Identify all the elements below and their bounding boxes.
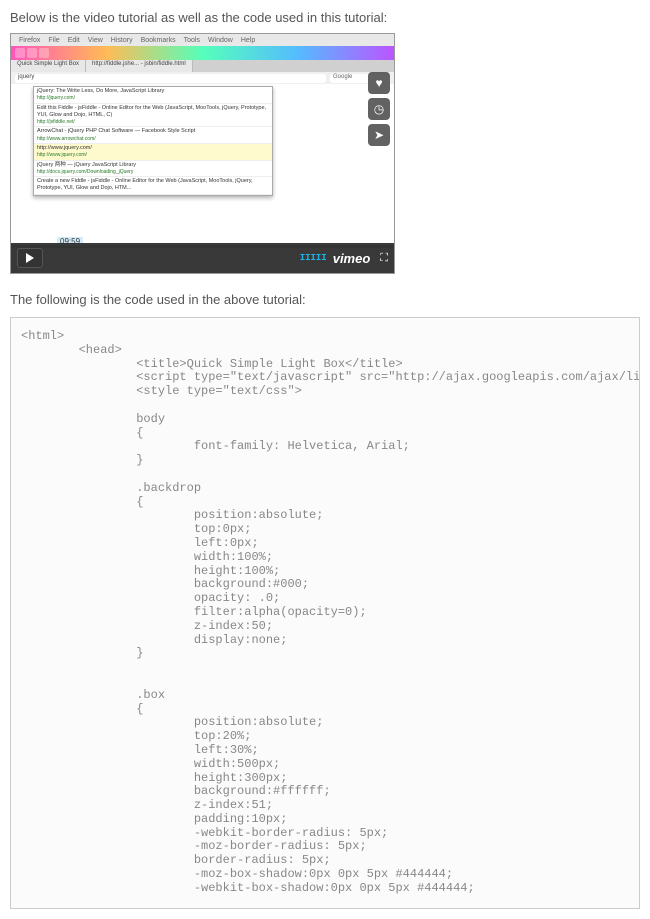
dropdown-item: Create a new Fiddle - jsFiddle - Online …	[34, 177, 272, 194]
dropdown-item: http://www.jquery.com/ http://www.jquery…	[34, 144, 272, 161]
menu-item: File	[48, 37, 59, 44]
menu-item: View	[88, 37, 103, 44]
browser-tab: http://fiddle.jshe... - jsbin/fiddle.htm…	[86, 60, 193, 72]
menu-item: Edit	[68, 37, 80, 44]
clock-icon[interactable]: ◷	[368, 98, 390, 120]
address-input: jquery	[15, 74, 326, 83]
item-url: http://docs.jquery.com/Downloading_jQuer…	[37, 169, 269, 176]
browser-tabs: Quick Simple Light Box http://fiddle.jsh…	[11, 60, 394, 72]
dropdown-item: jQuery: The Write Less, Do More, JavaScr…	[34, 87, 272, 104]
browser-toolbar	[11, 46, 394, 60]
intro-paragraph: Below is the video tutorial as well as t…	[10, 10, 640, 25]
vimeo-branding: IIIII vimeo ⛶	[300, 251, 388, 266]
play-icon	[26, 253, 34, 263]
menu-item: Help	[241, 37, 255, 44]
item-title: ArrowChat - jQuery PHP Chat Software — F…	[37, 128, 269, 135]
fullscreen-icon[interactable]: ⛶	[380, 252, 388, 265]
hd-bars-icon: IIIII	[300, 253, 327, 263]
menu-item: Tools	[184, 37, 200, 44]
item-url: http://www.arrowchat.com/	[37, 136, 269, 143]
heart-icon[interactable]: ♥	[368, 72, 390, 94]
dropdown-item: ArrowChat - jQuery PHP Chat Software — F…	[34, 127, 272, 144]
item-url: http://jquery.com/	[37, 95, 269, 102]
browser-menubar: Firefox File Edit View History Bookmarks…	[11, 34, 394, 46]
followup-paragraph: The following is the code used in the ab…	[10, 292, 640, 307]
code-block: <html> <head> <title>Quick Simple Light …	[10, 317, 640, 909]
nav-back-icon	[15, 48, 25, 58]
menu-item: Firefox	[19, 37, 40, 44]
reload-icon	[39, 48, 49, 58]
menu-item: Bookmarks	[141, 37, 176, 44]
nav-forward-icon	[27, 48, 37, 58]
item-title: http://www.jquery.com/	[37, 145, 269, 152]
browser-addressbar: jquery Google	[11, 72, 394, 84]
item-title: jQuery: The Write Less, Do More, JavaScr…	[37, 88, 269, 95]
item-url: http://jsfiddle.net/	[37, 119, 269, 126]
share-icon[interactable]: ➤	[368, 124, 390, 146]
dropdown-item: Edit this Fiddle - jsFiddle - Online Edi…	[34, 104, 272, 128]
vimeo-logo[interactable]: vimeo	[333, 251, 371, 266]
browser-tab: Quick Simple Light Box	[11, 60, 86, 72]
dropdown-item: jQuery 两种 — jQuery JavaScript Library ht…	[34, 161, 272, 178]
item-title: jQuery 两种 — jQuery JavaScript Library	[37, 162, 269, 169]
video-embed[interactable]: Firefox File Edit View History Bookmarks…	[10, 33, 395, 274]
item-url: http://www.jquery.com/	[37, 152, 269, 159]
video-controls: IIIII vimeo ⛶	[11, 243, 394, 273]
autocomplete-dropdown: jQuery: The Write Less, Do More, JavaScr…	[33, 86, 273, 196]
play-button[interactable]	[17, 248, 43, 268]
item-title: Edit this Fiddle - jsFiddle - Online Edi…	[37, 105, 269, 119]
item-title: Create a new Fiddle - jsFiddle - Online …	[37, 178, 269, 192]
menu-item: History	[111, 37, 133, 44]
video-side-actions: ♥ ◷ ➤	[368, 72, 390, 146]
menu-item: Window	[208, 37, 233, 44]
